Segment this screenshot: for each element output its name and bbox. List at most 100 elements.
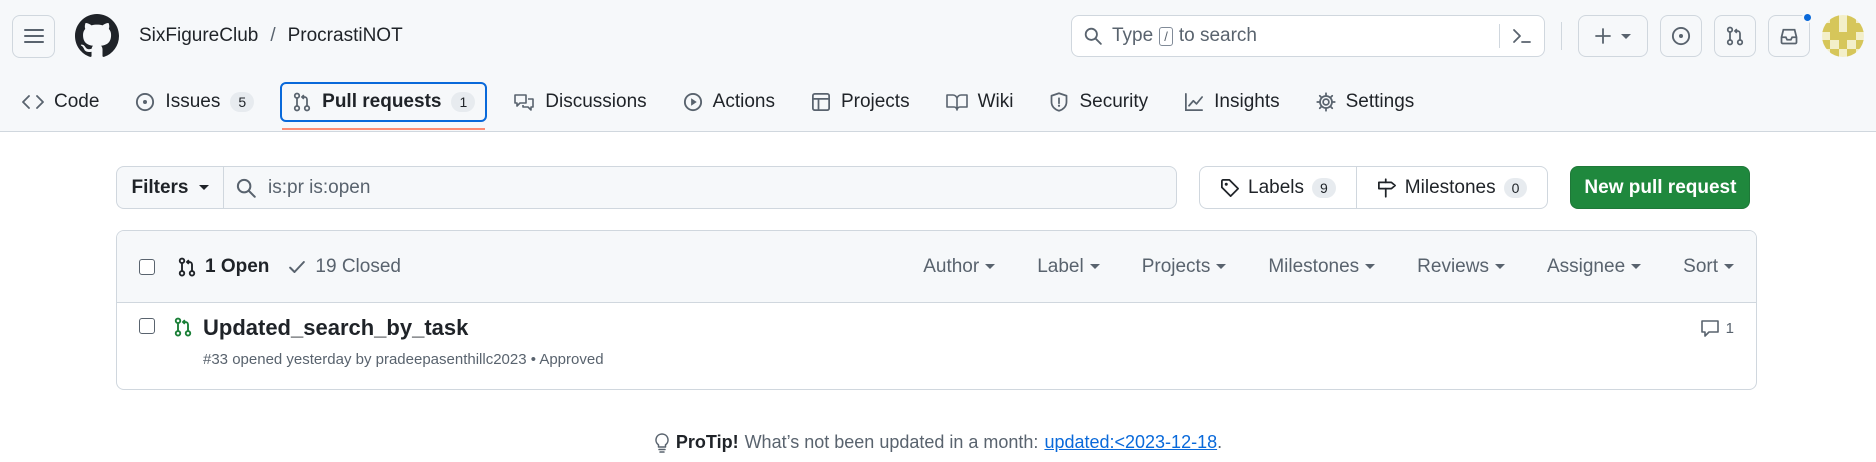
create-new-button[interactable] (1578, 15, 1648, 57)
issue-icon (136, 92, 155, 112)
filter-label: Author (923, 255, 980, 277)
protip-link[interactable]: updated:<2023-12-18 (1044, 432, 1217, 453)
chevron-down-icon (985, 264, 996, 269)
gear-icon (1315, 92, 1336, 112)
tab-security[interactable]: Security (1039, 82, 1158, 122)
sort-filter[interactable]: Sort (1683, 256, 1734, 278)
github-logo-icon[interactable] (75, 14, 119, 58)
labels-label: Labels (1248, 176, 1304, 198)
tab-label: Actions (712, 91, 775, 112)
comments-link[interactable]: 1 (1700, 319, 1734, 337)
graph-icon (1185, 93, 1204, 111)
filter-label: Label (1037, 255, 1084, 277)
filter-label: Assignee (1546, 255, 1626, 277)
owner-link[interactable]: SixFigureClub (139, 25, 258, 47)
repo-tabs: Code Issues 5 Pull requests 1 Discussion… (12, 80, 1440, 130)
pull-request-icon (178, 257, 196, 276)
table-icon (811, 93, 830, 111)
protip-end: . (1217, 432, 1223, 452)
label-filter[interactable]: Label (1037, 256, 1100, 278)
breadcrumb: SixFigureClub / ProcrastiNOT (139, 25, 403, 47)
search-suffix: to search (1178, 25, 1257, 46)
tab-label: Insights (1214, 91, 1280, 112)
chevron-down-icon (1089, 264, 1100, 269)
search-shortcut-key: / (1159, 26, 1173, 46)
tab-projects[interactable]: Projects (801, 82, 920, 122)
discussions-icon (514, 94, 535, 111)
plus-icon (1595, 28, 1611, 44)
pr-meta: #33 opened yesterday by pradeepasenthill… (203, 351, 604, 368)
closed-filter-link[interactable]: 19 Closed (287, 256, 401, 278)
search-icon (236, 178, 256, 198)
reviews-filter[interactable]: Reviews (1417, 256, 1505, 278)
search-input[interactable]: Type / to search (1071, 15, 1545, 57)
labels-count-badge: 9 (1312, 177, 1336, 198)
projects-filter[interactable]: Projects (1142, 256, 1227, 278)
author-filter[interactable]: Author (923, 255, 996, 278)
new-pull-request-button[interactable]: New pull request (1570, 166, 1751, 209)
menu-button[interactable] (12, 14, 55, 58)
milestones-label: Milestones (1404, 176, 1496, 198)
tab-insights[interactable]: Insights (1174, 82, 1289, 122)
filters-dropdown[interactable]: Filters (116, 166, 223, 209)
pr-title-link[interactable]: Updated_search_by_task (203, 315, 604, 341)
avatar[interactable] (1822, 15, 1864, 57)
book-icon (945, 94, 968, 111)
pull-requests-button[interactable] (1714, 15, 1756, 57)
chevron-down-icon (198, 185, 209, 190)
tab-discussions[interactable]: Discussions (503, 82, 656, 122)
filter-query: is:pr is:open (268, 176, 371, 198)
open-filter-link[interactable]: 1 Open (177, 256, 269, 278)
chevron-down-icon (1631, 264, 1642, 269)
command-palette-icon[interactable] (1512, 27, 1532, 45)
global-bar: SixFigureClub / ProcrastiNOT Type / to s… (12, 12, 1864, 58)
tab-settings[interactable]: Settings (1306, 82, 1425, 122)
tab-actions[interactable]: Actions (673, 82, 785, 122)
tab-issues[interactable]: Issues 5 (125, 82, 264, 122)
repo-link[interactable]: ProcrastiNOT (288, 25, 403, 47)
play-icon (683, 92, 702, 112)
comment-icon (1700, 320, 1719, 337)
inbox-icon (1780, 28, 1798, 45)
chevron-down-icon (1216, 264, 1227, 269)
filter-label: Reviews (1417, 255, 1489, 277)
pull-requests-count-badge: 1 (451, 92, 476, 112)
issues-button[interactable] (1660, 15, 1702, 57)
tab-label: Security (1079, 91, 1149, 112)
tab-label: Pull requests (322, 91, 442, 112)
filter-search-input[interactable]: is:pr is:open (223, 166, 1177, 209)
milestones-filter[interactable]: Milestones (1268, 256, 1376, 278)
milestones-button[interactable]: Milestones 0 (1355, 167, 1548, 208)
tab-wiki[interactable]: Wiki (936, 82, 1024, 122)
tab-label: Discussions (545, 91, 647, 112)
issue-icon (1671, 26, 1691, 46)
chevron-down-icon (1621, 33, 1631, 39)
tab-code[interactable]: Code (12, 82, 109, 122)
tab-label: Code (54, 91, 100, 112)
comments-count: 1 (1725, 319, 1734, 337)
pr-list-header: 1 Open 19 Closed Author Label Projects M… (117, 231, 1756, 303)
repo-header: SixFigureClub / ProcrastiNOT Type / to s… (0, 0, 1876, 132)
inbox-button[interactable] (1768, 12, 1813, 57)
shield-icon (1051, 92, 1068, 112)
row-checkbox[interactable] (139, 318, 155, 334)
issues-count-badge: 5 (230, 92, 255, 112)
filter-label: Projects (1141, 255, 1211, 277)
select-all-checkbox[interactable] (139, 258, 155, 275)
search-prefix: Type (1112, 25, 1154, 46)
pr-list: 1 Open 19 Closed Author Label Projects M… (116, 230, 1757, 390)
assignee-filter[interactable]: Assignee (1546, 255, 1642, 278)
tab-label: Issues (165, 91, 221, 112)
labels-button[interactable]: Labels 9 (1200, 167, 1356, 208)
chevron-down-icon (1494, 264, 1505, 269)
breadcrumb-separator: / (270, 25, 276, 46)
pr-toolbar: Filters is:pr is:open Labels 9 Milestone… (116, 166, 1757, 209)
open-pull-request-icon (174, 317, 192, 337)
tab-label: Wiki (977, 91, 1014, 112)
tab-pull-requests[interactable]: Pull requests 1 (280, 82, 488, 130)
pull-request-icon (294, 92, 311, 112)
milestones-count-badge: 0 (1503, 177, 1528, 198)
code-icon (22, 95, 44, 109)
chevron-down-icon (1724, 264, 1734, 269)
pr-content: Updated_search_by_task #33 opened yester… (203, 315, 604, 389)
